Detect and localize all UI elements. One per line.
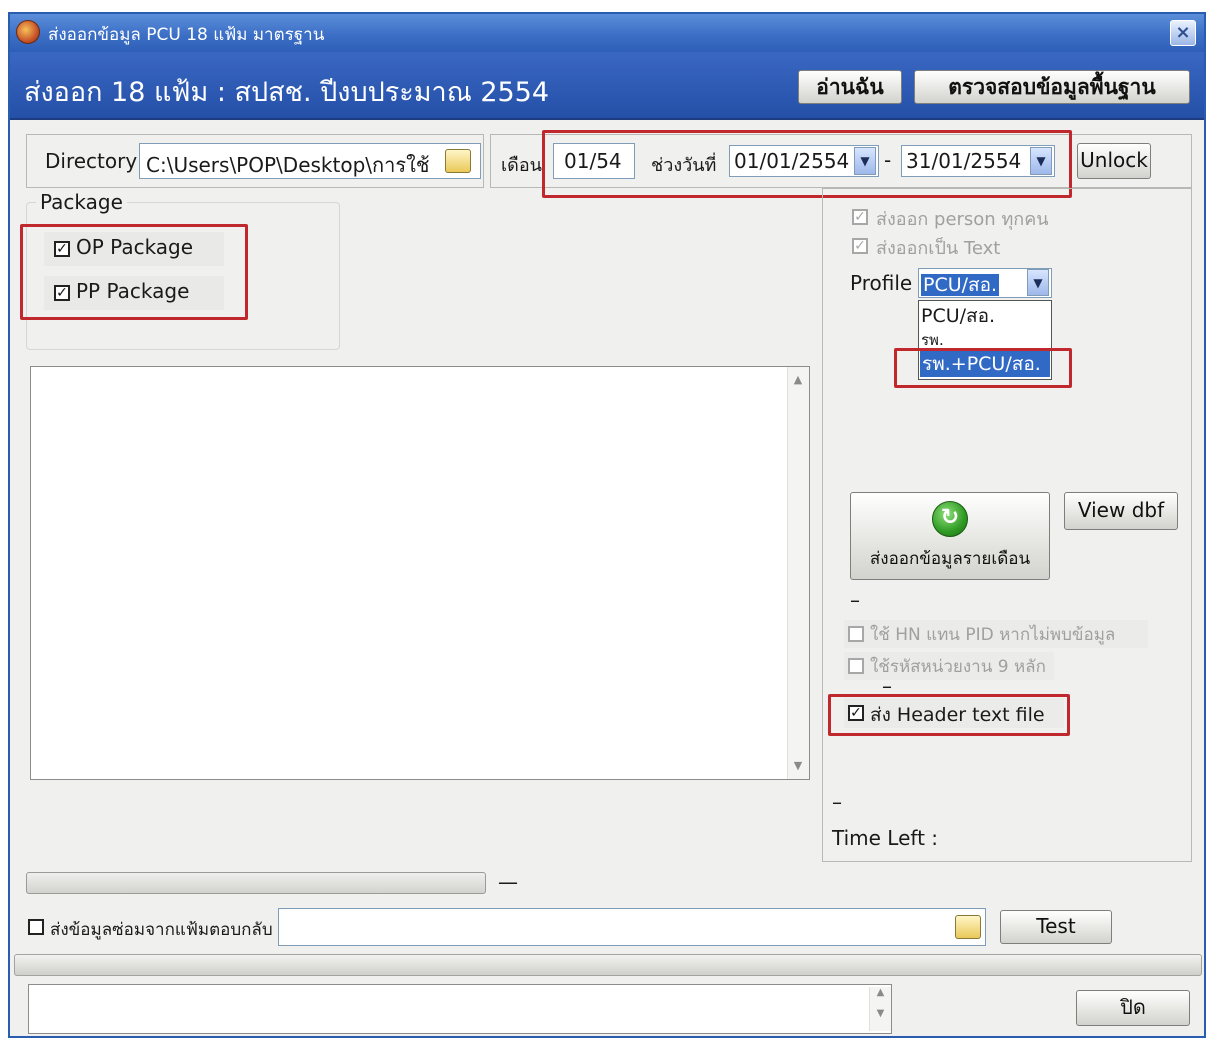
export-as-text-checkbox[interactable]: ✓ bbox=[852, 238, 868, 254]
open-folder-icon[interactable] bbox=[955, 915, 981, 939]
divider-dash: – bbox=[850, 588, 860, 612]
highlight-box-header bbox=[828, 694, 1070, 736]
app-icon bbox=[16, 20, 40, 44]
test-button[interactable]: Test bbox=[1000, 910, 1112, 944]
repair-checkbox[interactable] bbox=[28, 919, 44, 935]
overall-progress-bar bbox=[14, 954, 1202, 976]
unlock-button[interactable]: Unlock bbox=[1077, 143, 1151, 179]
page-title: ส่งออก 18 แฟ้ม : สปสช. ปีงบประมาณ 2554 bbox=[24, 77, 550, 108]
profile-selected-value: PCU/สอ. bbox=[921, 274, 1000, 296]
export-monthly-button[interactable]: ↻ ส่งออกข้อมูลรายเดือน bbox=[850, 492, 1050, 580]
scroll-down-icon[interactable]: ▼ bbox=[870, 1008, 891, 1019]
window-title: ส่งออกข้อมูล PCU 18 แฟ้ม มาตรฐาน bbox=[48, 25, 325, 45]
use-hn-label: ใช้ HN แทน PID หากไม่พบข้อมูล bbox=[870, 625, 1116, 645]
directory-input[interactable]: C:\Users\POP\Desktop\การใช้ bbox=[139, 143, 481, 179]
read-me-button[interactable]: อ่านฉัน bbox=[798, 70, 902, 104]
profile-label: Profile bbox=[850, 271, 913, 295]
scroll-up-icon[interactable]: ▲ bbox=[870, 987, 891, 998]
time-left-label: Time Left : bbox=[832, 826, 939, 850]
log-textarea[interactable]: ▲ ▼ bbox=[30, 366, 810, 780]
profile-option[interactable]: PCU/สอ. bbox=[921, 303, 995, 329]
main-window: ส่งออกข้อมูล PCU 18 แฟ้ม มาตรฐาน × ส่งออ… bbox=[8, 12, 1206, 1038]
browse-folder-icon[interactable] bbox=[445, 149, 471, 173]
close-button[interactable]: ปิด bbox=[1076, 990, 1190, 1026]
progress-dash: — bbox=[498, 870, 518, 894]
chevron-down-icon[interactable]: ▼ bbox=[1027, 269, 1049, 296]
close-icon[interactable]: × bbox=[1170, 20, 1196, 46]
divider-dash: – bbox=[832, 790, 842, 814]
status-textbox[interactable]: ▲ ▼ bbox=[28, 984, 892, 1034]
highlight-box-package bbox=[20, 224, 248, 320]
scroll-up-icon[interactable]: ▲ bbox=[788, 373, 808, 386]
profile-option[interactable]: รพ. bbox=[921, 330, 944, 350]
month-label: เดือน bbox=[501, 155, 542, 176]
log-scrollbar[interactable]: ▲ ▼ bbox=[787, 367, 809, 779]
status-scrollbar[interactable]: ▲ ▼ bbox=[869, 987, 891, 1031]
repair-file-input[interactable] bbox=[278, 908, 986, 946]
use-9digit-label: ใช้รหัสหน่วยงาน 9 หลัก bbox=[870, 657, 1046, 677]
use-hn-row[interactable]: ใช้ HN แทน PID หากไม่พบข้อมูล bbox=[844, 620, 1148, 648]
title-bar: ส่งออกข้อมูล PCU 18 แฟ้ม มาตรฐาน × bbox=[10, 14, 1204, 52]
use-9digit-checkbox[interactable] bbox=[848, 658, 864, 674]
view-dbf-button[interactable]: View dbf bbox=[1064, 492, 1178, 530]
export-all-persons-label: ส่งออก person ทุกคน bbox=[876, 209, 1049, 230]
directory-box: Directory C:\Users\POP\Desktop\การใช้ bbox=[26, 134, 484, 188]
export-arrow-icon: ↻ bbox=[932, 501, 968, 537]
check-base-data-button[interactable]: ตรวจสอบข้อมูลพื้นฐาน bbox=[914, 70, 1190, 104]
progress-bar bbox=[26, 872, 486, 894]
header-banner: ส่งออก 18 แฟ้ม : สปสช. ปีงบประมาณ 2554 อ… bbox=[10, 52, 1204, 120]
package-legend: Package bbox=[36, 190, 127, 214]
export-as-text-label: ส่งออกเป็น Text bbox=[876, 238, 1001, 259]
profile-select[interactable]: PCU/สอ. ▼ bbox=[918, 268, 1052, 298]
scroll-down-icon[interactable]: ▼ bbox=[788, 759, 808, 772]
use-hn-checkbox[interactable] bbox=[848, 626, 864, 642]
highlight-box-profile bbox=[894, 348, 1072, 388]
directory-label: Directory bbox=[45, 149, 138, 173]
export-all-persons-checkbox[interactable]: ✓ bbox=[852, 209, 868, 225]
export-monthly-label: ส่งออกข้อมูลรายเดือน bbox=[869, 549, 1031, 569]
repair-label: ส่งข้อมูลซ่อมจากแฟ้มตอบกลับ bbox=[50, 920, 273, 940]
use-9digit-row[interactable]: ใช้รหัสหน่วยงาน 9 หลัก bbox=[844, 652, 1054, 680]
